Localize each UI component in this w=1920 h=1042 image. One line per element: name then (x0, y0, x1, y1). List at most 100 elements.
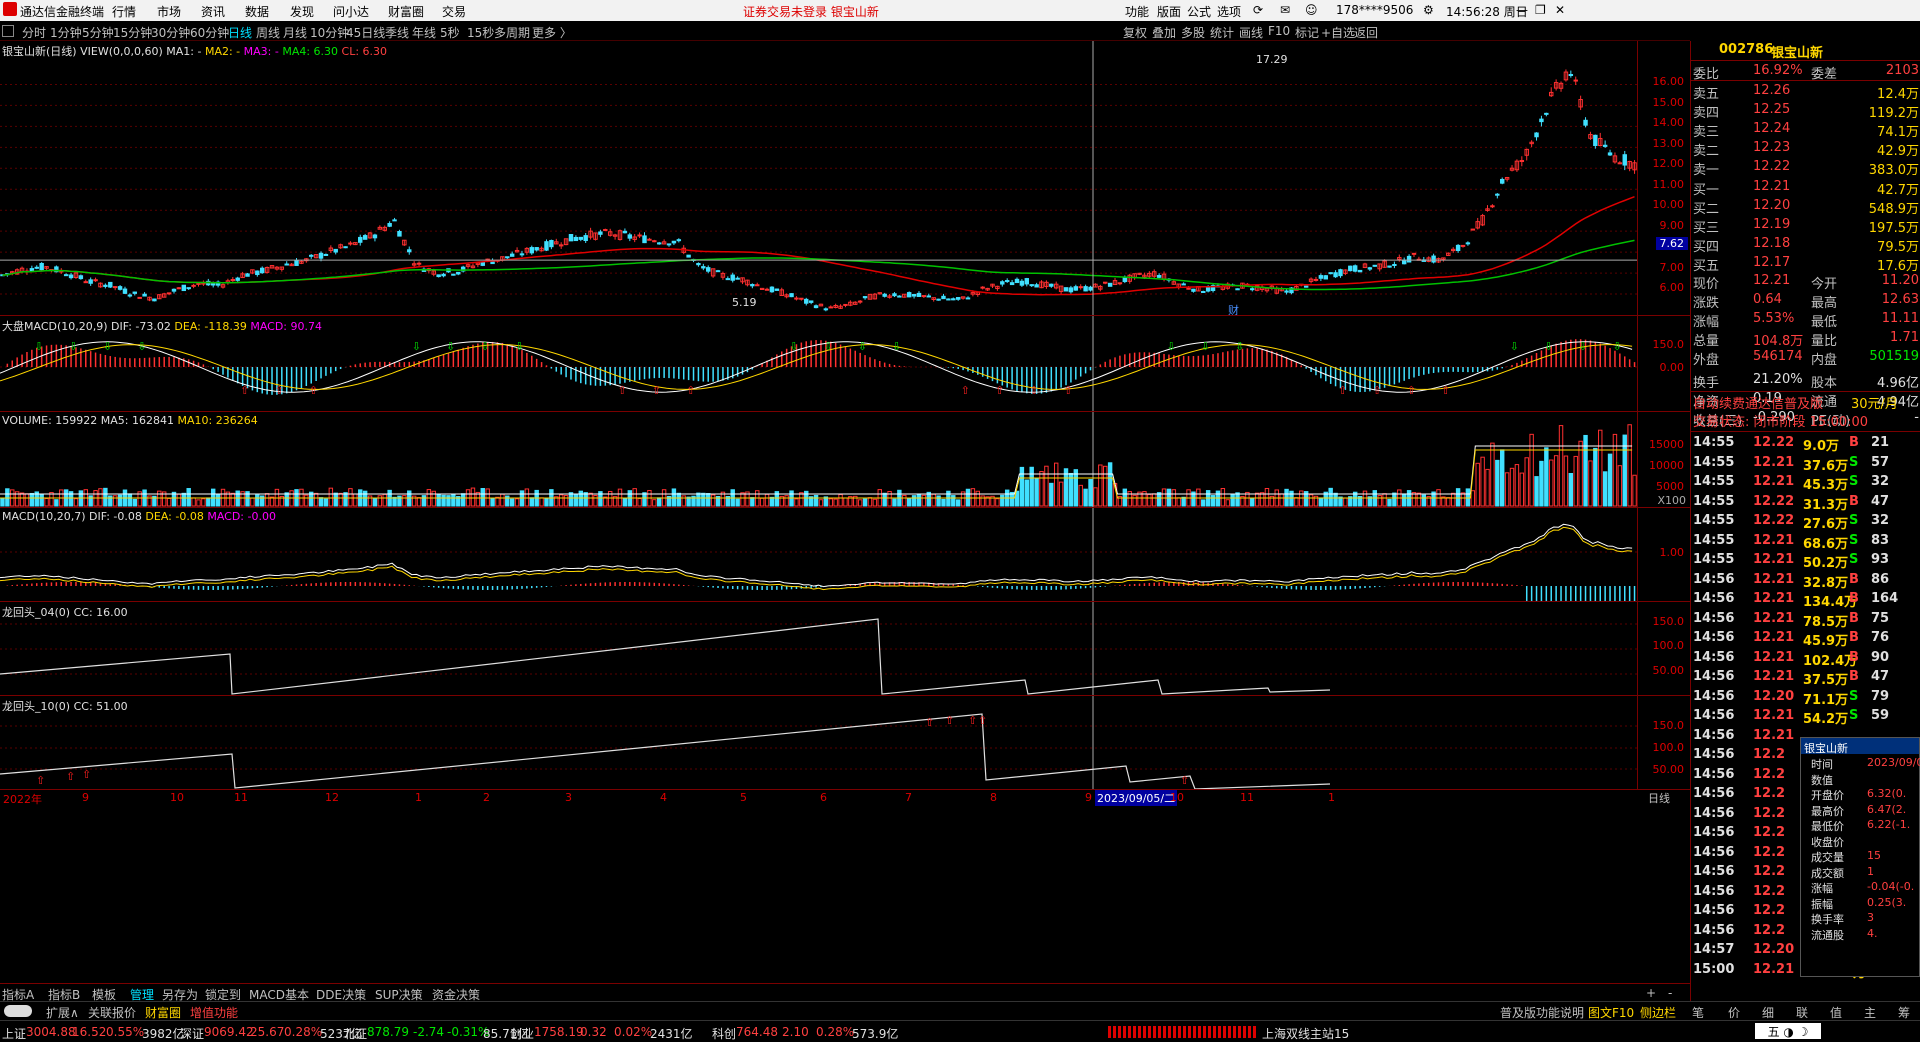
promo-row[interactable]: 自动续费通达信普及版 30元/月 (1691, 391, 1920, 412)
maximize-icon[interactable]: ❐ (1535, 3, 1546, 17)
period-15min[interactable]: 15分钟 (113, 24, 152, 41)
menu-faxian[interactable]: 发现 (290, 3, 314, 20)
side-tab-jia[interactable]: 价 (1728, 1004, 1740, 1021)
tool-f10[interactable]: F10 (1268, 24, 1290, 38)
index-name[interactable]: 创业 (510, 1025, 534, 1042)
menu-banmian[interactable]: 版面 (1157, 3, 1181, 20)
value-added-button[interactable]: 增值功能 (190, 1004, 238, 1021)
ask-row[interactable]: 卖二 12.23 42.9万 (1691, 139, 1920, 159)
period-year[interactable]: 年线 (412, 24, 436, 41)
macd-chart[interactable] (0, 508, 1637, 602)
toggle-switch-icon[interactable] (4, 1005, 32, 1017)
ask-row[interactable]: 卖一 12.22 383.0万 (1691, 158, 1920, 178)
tool-back[interactable]: 返回 (1354, 24, 1378, 41)
period-multi[interactable]: 多周期 (494, 24, 530, 41)
ime-icon[interactable]: 五 ◑ ☽ (1755, 1023, 1821, 1039)
refresh-icon[interactable]: ⟳ (1253, 3, 1263, 17)
f10-link[interactable]: 图文F10 (1588, 1004, 1634, 1021)
period-5min[interactable]: 5分钟 (82, 24, 114, 41)
menu-gongshi[interactable]: 公式 (1187, 3, 1211, 20)
period-quarter[interactable]: 季线 (385, 24, 409, 41)
period-more[interactable]: 更多 〉 (532, 24, 572, 41)
period-daily[interactable]: 日线 (228, 24, 252, 41)
bid-row[interactable]: 买一 12.21 42.7万 (1691, 178, 1920, 198)
volume-chart[interactable] (0, 412, 1637, 508)
tool-tongji[interactable]: 统计 (1210, 24, 1234, 41)
add-tab-icon[interactable]: + (1646, 986, 1656, 1000)
ask-row[interactable]: 卖五 12.26 12.4万 (1691, 82, 1920, 102)
tool-duogu[interactable]: 多股 (1181, 24, 1205, 41)
mail-icon[interactable]: ✉ (1280, 3, 1290, 17)
period-60min[interactable]: 60分钟 (190, 24, 229, 41)
longhuitou-04-chart[interactable] (0, 602, 1637, 696)
price-chart[interactable] (0, 41, 1637, 315)
tool-fuquan[interactable]: 复权 (1123, 24, 1147, 41)
side-tab-zhu[interactable]: 主 (1864, 1004, 1876, 1021)
menu-hangqing[interactable]: 行情 (112, 3, 136, 20)
longhuitou-10-pane[interactable]: 龙回头_10(0) CC: 51.00 150.0 100.0 50.00 ⇧ ⇧… (0, 695, 1690, 790)
menu-shuju[interactable]: 数据 (245, 3, 269, 20)
user-icon[interactable]: ☺ (1305, 3, 1318, 17)
index-name[interactable]: 上证 (2, 1025, 26, 1042)
period-15sec[interactable]: 15秒 (467, 24, 494, 41)
tool-add-watchlist[interactable]: +自选 (1321, 24, 1355, 41)
time-tick: 10 (1170, 791, 1184, 804)
stat-label: 量比 (1811, 334, 1838, 349)
bid-row[interactable]: 买四 12.18 79.5万 (1691, 235, 1920, 255)
bid-row[interactable]: 买三 12.19 197.5万 (1691, 216, 1920, 236)
period-5sec[interactable]: 5秒 (440, 24, 460, 41)
side-tab-lian[interactable]: 联 (1796, 1004, 1808, 1021)
sidebar-link[interactable]: 侧边栏 (1640, 1004, 1676, 1021)
toggle-icon[interactable] (2, 25, 14, 37)
side-tab-chou[interactable]: 筹 (1898, 1004, 1910, 1021)
server-label[interactable]: 上海双线主站15 (1262, 1025, 1349, 1042)
side-tab-xi[interactable]: 细 (1762, 1004, 1774, 1021)
market-macd-chart[interactable]: ⇩ ⇩ ⇩ ⇩ ⇧ ⇧ ⇧ ⇩ ⇩ ⇩ ⇩ ⇧ ⇧ ⇧ ⇩ ⇩ ⇩ ⇩ ⇧ ⇧ ⇧ ⇧ ⇩ ⇩ ⇩ ⇧ ⇧ ⇧ ⇧ ⇩ ⇩ ⇩ ⇩ (0, 316, 1637, 412)
period-fenshi[interactable]: 分时 (22, 24, 46, 41)
tool-biaoji[interactable]: 标记 (1295, 24, 1319, 41)
feature-guide-link[interactable]: 普及版功能说明 (1500, 1004, 1584, 1021)
index-name[interactable]: 北证 (343, 1025, 367, 1042)
period-monthly[interactable]: 月线 (283, 24, 307, 41)
close-icon[interactable]: ✕ (1555, 3, 1565, 17)
macd-pane[interactable]: MACD(10,20,7) DIF: -0.08 DEA: -0.08 MACD… (0, 507, 1690, 602)
bid-row[interactable]: 买五 12.17 17.6万 (1691, 254, 1920, 274)
candle-body (1622, 154, 1627, 166)
period-30min[interactable]: 30分钟 (151, 24, 190, 41)
login-notice[interactable]: 证券交易未登录 银宝山新 (743, 3, 879, 20)
related-quote-button[interactable]: 关联报价 (88, 1004, 136, 1021)
period-1min[interactable]: 1分钟 (50, 24, 82, 41)
period-45day[interactable]: 45日线 (346, 24, 385, 41)
longhuitou-04-pane[interactable]: 龙回头_04(0) CC: 16.00 150.0 100.0 50.00 (0, 601, 1690, 696)
caifuquan-button[interactable]: 财富圈 (145, 1004, 181, 1021)
longhuitou-10-chart[interactable]: ⇧ ⇧ ⇧⇧ ⇧ ⇧ ⇧⇧ (0, 696, 1637, 790)
menu-shichang[interactable]: 市场 (157, 3, 181, 20)
price-pane[interactable]: 银宝山新(日线) VIEW(0,0,0,60) MA1: - MA2: - MA… (0, 41, 1690, 317)
volume-pane[interactable]: VOLUME: 159922 MA5: 162841 MA10: 236264 … (0, 411, 1690, 508)
ask-row[interactable]: 卖四 12.25 119.2万 (1691, 101, 1920, 121)
menu-caifuquan[interactable]: 财富圈 (388, 3, 424, 20)
menu-wenxiaoda[interactable]: 问小达 (333, 3, 369, 20)
side-tab-bi[interactable]: 笔 (1692, 1004, 1704, 1021)
expand-button[interactable]: 扩展∧ (46, 1004, 79, 1021)
account-label[interactable]: 178****9506 (1336, 3, 1413, 17)
side-tab-zhi[interactable]: 值 (1830, 1004, 1842, 1021)
period-10min[interactable]: 10分钟 (310, 24, 349, 41)
tool-diejia[interactable]: 叠加 (1152, 24, 1176, 41)
minimize-icon[interactable]: — (1516, 3, 1528, 17)
menu-xuanxiang[interactable]: 选项 (1217, 3, 1241, 20)
minus-tab-icon[interactable]: - (1668, 986, 1672, 1000)
index-name[interactable]: 科创 (712, 1025, 736, 1042)
settings-icon[interactable]: ⚙ (1423, 3, 1434, 17)
menu-gongneng[interactable]: 功能 (1125, 3, 1149, 20)
market-macd-pane[interactable]: 大盘MACD(10,20,9) DIF: -73.02 DEA: -118.39… (0, 315, 1690, 412)
index-name[interactable]: 深证 (180, 1025, 204, 1042)
ask-row[interactable]: 卖三 12.24 74.1万 (1691, 120, 1920, 140)
bid-row[interactable]: 买二 12.20 548.9万 (1691, 197, 1920, 217)
menu-zixun[interactable]: 资讯 (201, 3, 225, 20)
candle-body (794, 297, 799, 300)
tick-row: 14:56 12.20 71.1万 S 79 (1691, 688, 1920, 708)
period-weekly[interactable]: 周线 (256, 24, 280, 41)
menu-jiaoyi[interactable]: 交易 (442, 3, 466, 20)
tool-huaxian[interactable]: 画线 (1239, 24, 1263, 41)
